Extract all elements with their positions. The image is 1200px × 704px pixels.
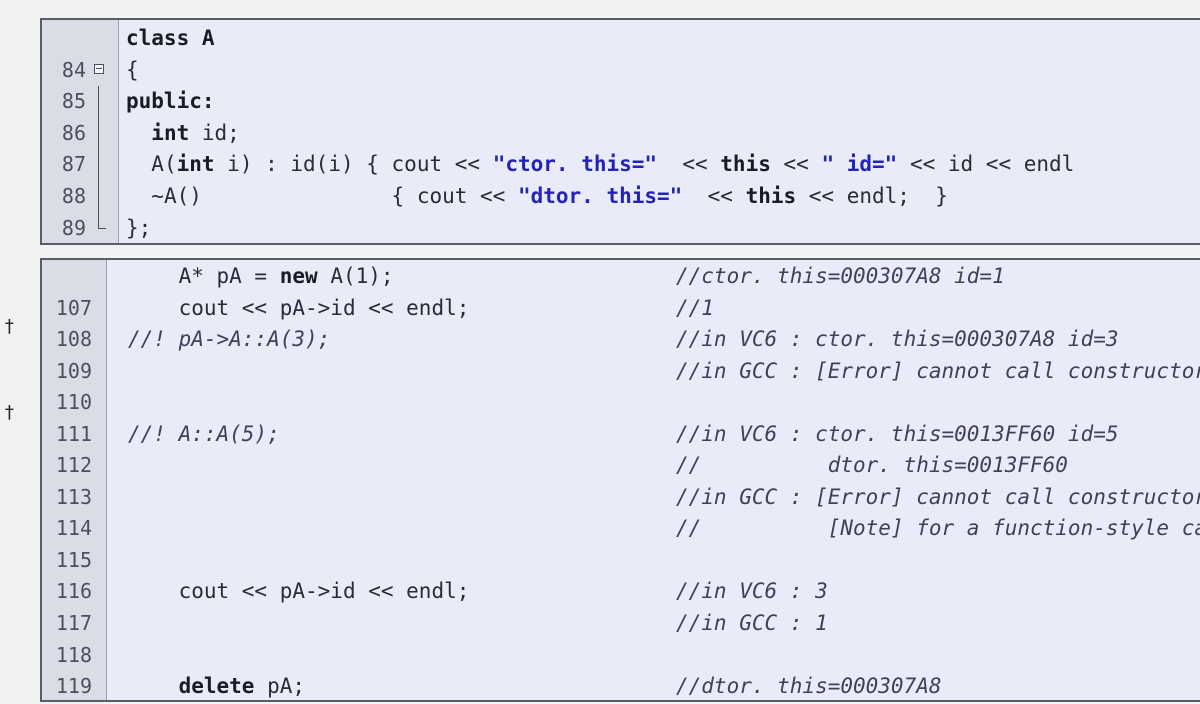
margin-mark-icon: † <box>4 402 15 423</box>
code-line-112[interactable]: 112 //! A::A(5);//in VC6 : ctor. this=00… <box>42 419 1200 478</box>
usage-code-panel: 107 A* pA = new A(1);//ctor. this=000307… <box>40 258 1200 702</box>
ctor-tail: << id << endl <box>897 152 1075 177</box>
class-name: A <box>189 26 215 50</box>
code-text: A* pA = <box>178 264 280 288</box>
class-definition-panel: 84 class A 85 { 86 public: 87 int id; 88… <box>40 18 1200 245</box>
int-keyword: int <box>151 120 190 145</box>
dtor-body-start: { cout << <box>391 183 518 208</box>
code-comment: //in VC6 : ctor. this=000307A8 id=3 <box>676 327 1119 352</box>
code-comment: //dtor. this=000307A8 <box>676 674 942 699</box>
code-line-116[interactable]: 116 <box>42 545 1200 603</box>
code-comment: //in VC6 : ctor. this=0013FF60 id=5 <box>676 421 1119 446</box>
code-line-89[interactable]: 89 ~A() { cout << "dtor. this=" << this … <box>42 180 1200 240</box>
commented-out-code: //! A::A(5); <box>128 421 280 446</box>
code-line-119[interactable]: 119 <box>42 640 1200 698</box>
code-line-107[interactable]: 107 A* pA = new A(1);//ctor. this=000307… <box>42 261 1200 320</box>
code-line-84[interactable]: 84 class A <box>42 23 1200 82</box>
dtor-string-literal: "dtor. this=" <box>517 183 683 208</box>
code-line-109[interactable]: 109 //! pA->A::A(3);//in VC6 : ctor. thi… <box>42 324 1200 383</box>
fold-end-marker <box>98 228 106 230</box>
fold-collapse-icon[interactable] <box>94 63 104 74</box>
code-line-111[interactable]: 111 <box>42 387 1200 446</box>
code-line-88[interactable]: 88 A(int i) : id(i) { cout << "ctor. thi… <box>42 149 1200 208</box>
code-text: cout << pA->id << endl; <box>178 579 470 604</box>
dtor-tail: << endl; } <box>796 183 948 208</box>
dtor-signature: ~A() <box>151 183 202 208</box>
code-text: A(1); <box>317 264 394 288</box>
this-keyword: this <box>745 183 797 208</box>
code-line-115[interactable]: 115 // [Note] for a function-style cast <box>42 513 1200 572</box>
fold-guide <box>98 117 99 150</box>
ctor-init: i) : id(i) { cout << <box>214 152 493 177</box>
code-comment: //in VC6 : 3 <box>676 579 828 604</box>
fold-guide <box>98 149 99 181</box>
code-line-113[interactable]: 113 // dtor. this=0013FF60 <box>42 450 1200 509</box>
fold-guide <box>98 86 99 118</box>
code-text: cout << pA->id << endl; <box>178 295 470 320</box>
code-line-120[interactable]: 120 delete pA;//dtor. this=000307A8 <box>42 671 1200 700</box>
margin-mark-icon: † <box>4 316 15 337</box>
code-line-86[interactable]: 86 public: <box>42 86 1200 145</box>
line-number: 90 <box>42 244 86 245</box>
int-keyword: int <box>176 152 215 177</box>
code-comment: //in GCC : [Error] cannot call construct… <box>676 358 1200 383</box>
fold-guide <box>98 212 99 229</box>
public-label: public: <box>126 89 215 114</box>
stream-op: << <box>682 183 746 208</box>
class-keyword: class <box>126 26 190 50</box>
commented-out-code: //! pA->A::A(3); <box>128 327 331 352</box>
id-declaration: id; <box>189 120 240 145</box>
code-line-87[interactable]: 87 int id; <box>42 117 1200 176</box>
code-comment: //in GCC : [Error] cannot call construct… <box>676 484 1200 509</box>
delete-keyword: delete <box>178 674 255 699</box>
fold-guide <box>98 180 99 213</box>
code-comment: // dtor. this=0013FF60 <box>676 453 1068 478</box>
this-keyword: this <box>720 152 771 177</box>
code-text: pA; <box>254 674 306 699</box>
code-line-90[interactable]: 90 }; <box>42 212 1200 245</box>
code-line-114[interactable]: 114 //in GCC : [Error] cannot call const… <box>42 482 1200 541</box>
id-string-literal: " id=" <box>821 152 898 177</box>
code-line-108[interactable]: 108 cout << pA->id << endl;//1 <box>42 293 1200 352</box>
code-comment: // [Note] for a function-style cast <box>676 516 1200 541</box>
stream-op: << <box>657 152 721 177</box>
code-line-110[interactable]: 110 //in GCC : [Error] cannot call const… <box>42 356 1200 415</box>
close-brace: }; <box>126 215 152 240</box>
code-line-118[interactable]: 118 //in GCC : 1 <box>42 608 1200 667</box>
code-line-117[interactable]: 117 cout << pA->id << endl;//in VC6 : 3 <box>42 576 1200 635</box>
ctor-string-literal: "ctor. this=" <box>492 152 658 177</box>
code-line-85[interactable]: 85 { <box>42 55 1200 114</box>
open-brace: { <box>126 57 139 82</box>
ctor-signature: A( <box>151 152 177 177</box>
new-keyword: new <box>279 264 318 288</box>
code-comment: //ctor. this=000307A8 id=1 <box>676 264 1005 288</box>
code-comment: //in GCC : 1 <box>676 611 828 636</box>
code-comment: //1 <box>676 295 714 320</box>
stream-op: << <box>770 152 822 177</box>
